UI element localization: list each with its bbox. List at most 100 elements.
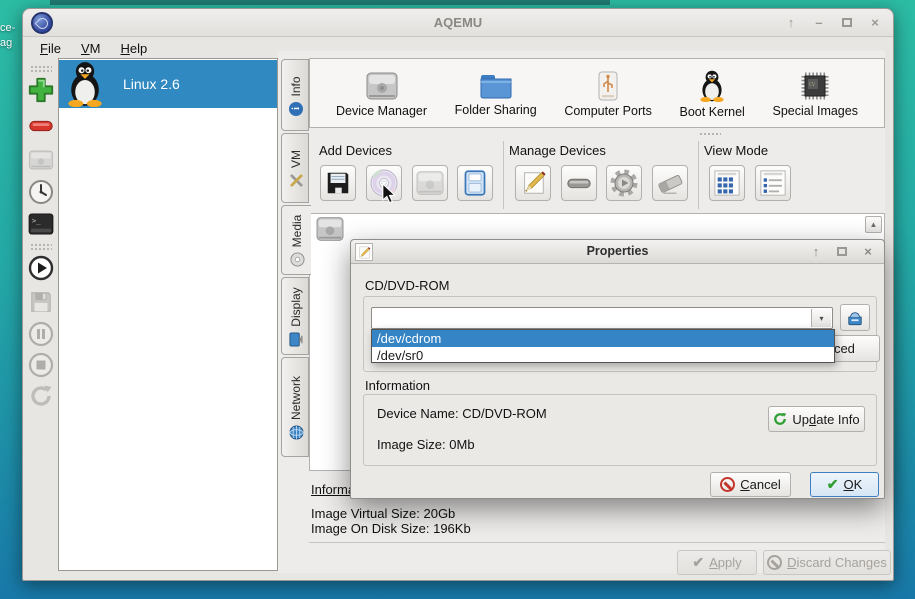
menu-help[interactable]: Help (111, 40, 156, 57)
cdrom-section-label: CD/DVD-ROM (365, 278, 450, 293)
dialog-close-button[interactable]: × (860, 243, 876, 259)
tab-media-label: Media (290, 215, 304, 248)
toolbar-drag-handle[interactable] (699, 132, 721, 137)
minimize-button[interactable]: – (811, 14, 827, 30)
folder-sharing-label: Folder Sharing (455, 103, 537, 117)
discard-label: Discard Changes (787, 555, 887, 570)
chip-icon: CV (800, 71, 830, 101)
add-devices-title: Add Devices (319, 143, 392, 158)
list-view-button[interactable] (755, 165, 791, 201)
maximize-icon (837, 247, 847, 256)
floppy-icon (324, 169, 352, 197)
dropdown-item-sr0[interactable]: /dev/sr0 (372, 347, 834, 364)
title-bar[interactable]: AQEMU ↑ – × (23, 9, 893, 37)
combobox-dropdown-button[interactable]: ▾ (811, 309, 831, 327)
computer-ports-button[interactable]: Computer Ports (564, 71, 652, 118)
ok-label: OK (843, 477, 862, 492)
cdrom-device-combobox[interactable]: ▾ (371, 307, 833, 329)
save-vm-button[interactable] (26, 287, 56, 317)
menu-vm[interactable]: VM (72, 40, 110, 57)
browse-image-button[interactable] (840, 304, 870, 331)
discard-changes-button[interactable]: Discard Changes (763, 550, 891, 575)
shade-button[interactable]: ↑ (783, 14, 799, 30)
gear-play-icon (609, 168, 639, 198)
computer-ports-label: Computer Ports (564, 104, 652, 118)
check-icon: ✔ (827, 476, 839, 493)
disk-browse-icon (846, 310, 864, 326)
dialog-title-bar[interactable]: Properties ↑ × (351, 240, 884, 264)
scroll-up-button[interactable]: ▲ (865, 216, 882, 233)
save-floppy-icon (29, 290, 53, 314)
plus-icon (27, 76, 55, 104)
device-dropdown-list[interactable]: /dev/cdrom /dev/sr0 (371, 329, 835, 363)
pencil-icon (519, 169, 547, 197)
image-virtual-size: Image Virtual Size: 20Gb (311, 506, 455, 521)
monitor-console-button[interactable]: >_ (26, 209, 56, 239)
add-floppy-button[interactable] (320, 165, 356, 201)
hard-disk-icon (28, 149, 54, 171)
stop-vm-button[interactable] (26, 350, 56, 380)
vm-devices-button[interactable] (26, 145, 56, 175)
list-view-icon (759, 169, 787, 197)
tab-network-label: Network (289, 376, 303, 420)
add-hdd-button[interactable] (412, 165, 448, 201)
apply-button[interactable]: ✔ Apply (677, 550, 757, 575)
properties-dialog: Properties ↑ × CD/DVD-ROM ▾ Advanced (350, 239, 885, 499)
remove-device-button[interactable] (561, 165, 597, 201)
format-device-button[interactable] (606, 165, 642, 201)
tab-info-label: Info (289, 77, 303, 97)
reset-vm-button[interactable] (26, 381, 56, 411)
menu-file[interactable]: File (31, 40, 70, 57)
icon-view-button[interactable] (709, 165, 745, 201)
cancel-button[interactable]: Cancel (710, 472, 791, 497)
tab-media-active[interactable]: Media (281, 205, 311, 275)
vm-list[interactable]: Linux 2.6 (58, 58, 278, 571)
stop-icon (28, 352, 54, 378)
new-vm-button[interactable] (26, 75, 56, 105)
desktop-icon-label-fragment: ce- (0, 22, 15, 34)
check-icon: ✔ (692, 554, 704, 571)
tab-display-label: Display (289, 287, 303, 326)
vm-list-item-selected[interactable]: Linux 2.6 (59, 60, 277, 108)
tux-icon (698, 70, 726, 102)
toolbar-separator (698, 141, 699, 209)
special-images-label: Special Images (773, 104, 858, 118)
clock-icon (28, 179, 54, 205)
boot-kernel-button[interactable]: Boot Kernel (680, 70, 745, 119)
manage-devices-title: Manage Devices (509, 143, 606, 158)
pause-vm-button[interactable] (26, 319, 56, 349)
svg-text:CV: CV (809, 82, 815, 88)
dialog-title: Properties (351, 244, 884, 258)
tab-info[interactable]: i Info (281, 59, 309, 131)
dropdown-item-cdrom[interactable]: /dev/cdrom (372, 330, 834, 347)
no-entry-icon (720, 477, 735, 492)
device-manager-button[interactable]: Device Manager (336, 71, 427, 118)
ok-button[interactable]: ✔ OK (810, 472, 879, 497)
dialog-shade-button[interactable]: ↑ (808, 243, 824, 259)
edit-device-button[interactable] (515, 165, 551, 201)
desktop-background: ce- ag AQEMU ↑ – × File VM Help (0, 0, 915, 599)
tab-network[interactable]: Network (281, 357, 309, 457)
vm-control-toolbar: >_ (23, 59, 58, 569)
folder-icon (479, 72, 513, 100)
tab-vm-label: VM (289, 150, 303, 168)
start-vm-button[interactable] (26, 253, 56, 283)
tab-display[interactable]: Display (281, 277, 309, 355)
device-name-value: Device Name: CD/DVD-ROM (377, 406, 547, 421)
tab-vm[interactable]: VM (281, 133, 309, 203)
snapshot-button[interactable] (26, 177, 56, 207)
delete-vm-button[interactable] (26, 111, 56, 141)
special-images-button[interactable]: CV Special Images (773, 71, 858, 118)
toolbar-drag-handle[interactable] (30, 243, 52, 250)
play-icon (28, 255, 54, 281)
dialog-maximize-button[interactable] (834, 243, 850, 259)
folder-sharing-button[interactable]: Folder Sharing (455, 72, 537, 117)
add-device-button[interactable] (457, 165, 493, 201)
pause-icon (28, 321, 54, 347)
update-info-button[interactable]: Update Info (768, 406, 865, 432)
refresh-icon (773, 412, 787, 426)
maximize-button[interactable] (839, 14, 855, 30)
close-button[interactable]: × (867, 14, 883, 30)
clear-device-button[interactable] (652, 165, 688, 201)
toolbar-drag-handle[interactable] (30, 65, 52, 72)
